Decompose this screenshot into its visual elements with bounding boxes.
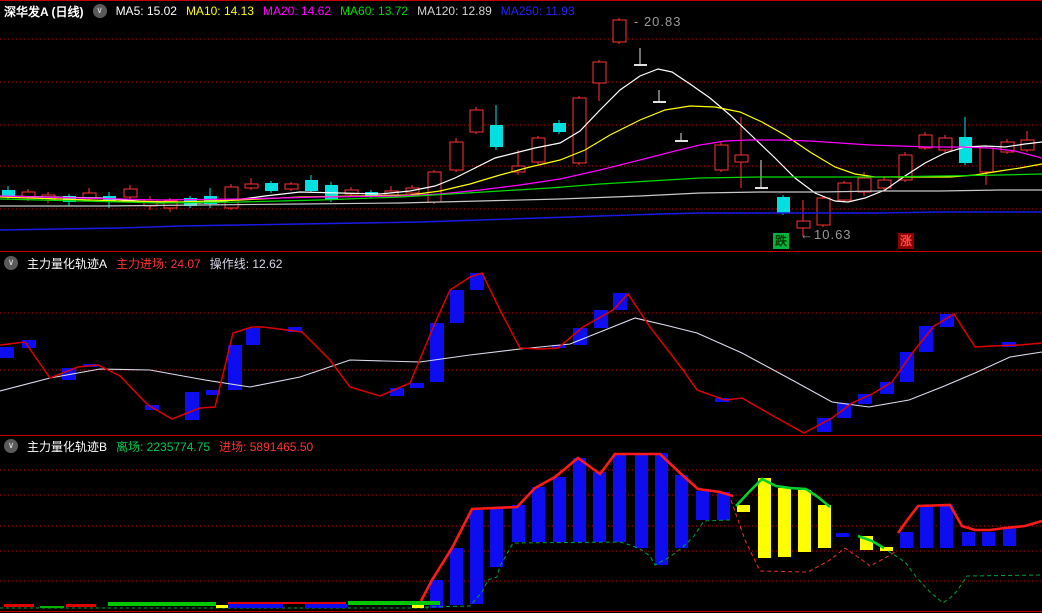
indicator-a-legend: 主力进场: 24.07 操作线: 12.62 <box>116 255 282 272</box>
panel-separator-2[interactable] <box>0 435 1042 436</box>
top-frame-line <box>0 0 1042 1</box>
indicator-a-header: ∨ 主力量化轨迹A 主力进场: 24.07 操作线: 12.62 <box>4 254 282 272</box>
legend-item-MA20: MA20: 14.62 <box>262 4 332 18</box>
legend-item-进场: 进场: 5891465.50 <box>219 439 314 454</box>
indicator-b-header: ∨ 主力量化轨迹B 离场: 2235774.75 进场: 5891465.50 <box>4 437 313 455</box>
high-price-annotation: - 20.83 <box>634 14 682 29</box>
low-price-annotation: ←10.63 <box>800 227 852 242</box>
collapse-icon[interactable]: ∨ <box>4 256 18 270</box>
indicator-b-chart-canvas[interactable] <box>0 436 1042 611</box>
trading-app-window: 深华发A (日线) ∨ MA5: 15.02 MA10: 14.13 MA20: 1… <box>0 0 1042 613</box>
collapse-icon[interactable]: ∨ <box>92 4 107 18</box>
rise-badge: 涨 <box>898 233 914 249</box>
legend-item-主力进场: 主力进场: 24.07 <box>116 256 201 271</box>
bottom-frame-line <box>0 611 1042 612</box>
indicator-b-legend: 离场: 2235774.75 进场: 5891465.50 <box>116 438 313 455</box>
legend-item-离场: 离场: 2235774.75 <box>116 439 211 454</box>
stock-title: 深华发A (日线) <box>4 4 84 19</box>
legend-item-操作线: 操作线: 12.62 <box>209 256 283 271</box>
legend-item-MA120: MA120: 12.89 <box>417 4 492 18</box>
legend-item-MA10: MA10: 14.13 <box>185 4 254 18</box>
main-chart-header: 深华发A (日线) ∨ MA5: 15.02 MA10: 14.13 MA20: 1… <box>4 2 575 20</box>
indicator-a-title: 主力量化轨迹A <box>27 256 108 271</box>
fall-badge: 跌 <box>773 233 789 249</box>
legend-item-MA5: MA5: 15.02 <box>115 4 177 18</box>
ma-legend: MA5: 15.02 MA10: 14.13 MA20: 14.62 MA60: 13… <box>116 4 575 18</box>
panel-separator-1[interactable] <box>0 251 1042 252</box>
main-price-chart-canvas[interactable] <box>0 0 1042 251</box>
legend-item-MA60: MA60: 13.72 <box>340 4 409 18</box>
collapse-icon[interactable]: ∨ <box>4 439 18 453</box>
indicator-b-title: 主力量化轨迹B <box>27 439 108 454</box>
legend-item-MA250: MA250: 11.93 <box>500 4 575 18</box>
indicator-a-chart-canvas[interactable] <box>0 252 1042 435</box>
